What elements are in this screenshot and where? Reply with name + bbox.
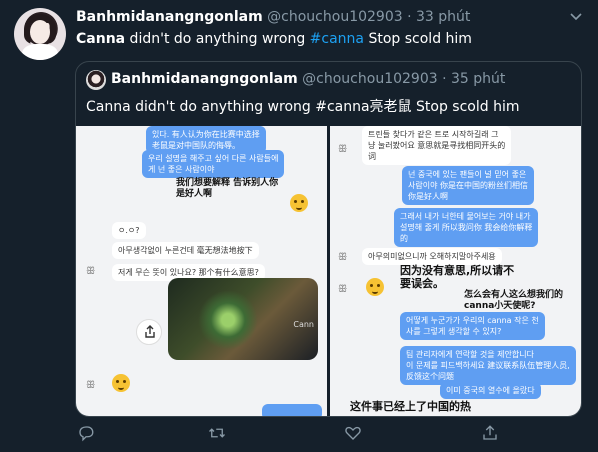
reply-icon[interactable]	[77, 424, 97, 444]
chat-avatar-icon: ꕥ	[86, 266, 96, 277]
quoted-header: Banhmidanangngonlam @chouchou102903 · 35…	[111, 71, 505, 87]
attached-images: 있다. 有人认为你在比赛中选择 老鼠是对中国队的侮辱。 우리 설명을 해주고 싶…	[76, 126, 581, 416]
chat-bubble: ㅇ.ㅇ?	[112, 222, 146, 239]
bubble-line: 이 문제를 피드백하세요 建议联系队伍管理人员,	[406, 361, 570, 370]
chat-bubble: 어떻게 누군가가 우리의 canna 작은 천 사를 그렇게 생각할 수 있지?	[400, 312, 545, 340]
bubble-line: 게 넌 좋은 사람이야	[148, 165, 215, 174]
emoji-icon	[112, 374, 130, 392]
chat-avatar-icon: ꕥ	[338, 144, 348, 155]
emoji-icon	[366, 278, 384, 296]
bubble-line: 우리 설명을 해주고 싶어 다른 사람들에	[148, 154, 279, 163]
chat-bubble: 우리 설명을 해주고 싶어 다른 사람들에 게 넌 좋은 사람이야	[142, 150, 285, 178]
bubble-line: 사를 그렇게 생각할 수 있지?	[406, 327, 502, 336]
timestamp[interactable]: 33 phút	[416, 9, 470, 25]
translation-line: canna小天使呢?	[464, 301, 536, 311]
quoted-handle: @chouchou102903	[302, 71, 438, 87]
translation-text: 怎么会有人这么想我们的 canna小天使呢?	[464, 290, 563, 312]
chat-bubble: 팀 관리자에게 연락할 것을 제안합니다 이 문제를 피드백하세요 建议联系队伍…	[400, 346, 576, 385]
tweet-text-bold: Canna	[76, 31, 126, 47]
bubble-line: 그래서 내가 너한테 물어보는 거야 내가	[400, 212, 531, 221]
game-image[interactable]: Cann	[168, 278, 318, 360]
chat-bubble: 아무의미없으니까 오해하지말아주세용	[362, 248, 502, 265]
chat-bubble: 넌 중국에 있는 팬들이 널 믿어 좋은 사람이야 你是在中国的粉丝们相信 你是…	[402, 166, 534, 205]
chat-avatar-icon: ꕥ	[86, 380, 96, 391]
bubble-line: 你是好人啊	[408, 192, 448, 201]
chat-avatar-icon: ꕥ	[338, 284, 348, 295]
bubble-line: 있다. 有人认为你在比赛中选择	[152, 130, 260, 139]
quoted-text: Canna didn't do anything wrong #canna亮老鼠…	[86, 99, 520, 115]
chevron-down-icon[interactable]	[568, 8, 584, 28]
tweet-text: Canna didn't do anything wrong #canna St…	[76, 31, 472, 47]
translation-line: 怎么会有人这么想我们的	[464, 290, 564, 300]
quoted-timestamp: 35 phút	[451, 71, 506, 87]
tweet-text-middle: didn't do anything wrong	[125, 31, 310, 47]
chat-bubble: 이미 중국의 열수에 올랐다	[440, 382, 541, 399]
quoted-avatar	[86, 70, 106, 90]
bubble-line: 팀 관리자에게 연락할 것을 제안합니다	[406, 350, 534, 359]
translation-text: 这件事已经上了中国的热	[350, 400, 471, 413]
user-handle[interactable]: @chouchou102903	[267, 9, 402, 25]
tweet-header: Banhmidanangngonlam @chouchou102903 · 33…	[76, 9, 470, 25]
retweet-icon[interactable]	[208, 424, 228, 444]
translation-line: 因为没有意思,所以请不	[400, 264, 515, 277]
chat-bubble: 그래서 내가 너한테 물어보는 거야 내가 설명해 줄게 所以我问你 我会给你解…	[394, 208, 539, 247]
translation-text: 我们想要解释 告诉别人你 是好人啊	[176, 178, 278, 200]
share-icon[interactable]	[481, 424, 501, 444]
bubble-line: 사람이야 你是在中国的粉丝们相信	[408, 181, 528, 190]
chat-avatar-icon: ꕥ	[338, 252, 348, 263]
quoted-display-name: Banhmidanangngonlam	[111, 71, 298, 87]
chat-screenshot-right[interactable]: 트린들 찾다가 같은 트로 시작하길래 그 냥 눌러봤어요 意思就是寻找相同开头…	[330, 126, 581, 416]
quoted-tweet[interactable]: Banhmidanangngonlam @chouchou102903 · 35…	[75, 61, 582, 417]
bubble-line: 넌 중국에 있는 팬들이 널 믿어 좋은	[408, 170, 527, 179]
quoted-separator: ·	[442, 71, 447, 87]
bubble-line: 词	[368, 152, 376, 161]
translation-text: 因为没有意思,所以请不 要误会。	[400, 264, 514, 290]
translation-line: 是好人啊	[176, 189, 213, 199]
separator: ·	[407, 9, 412, 25]
chat-screenshot-left[interactable]: 있다. 有人认为你在比赛中选择 老鼠是对中国队的侮辱。 우리 설명을 해주고 싶…	[76, 126, 327, 416]
bubble-line: 어떻게 누군가가 우리의 canna 작은 천	[406, 316, 539, 325]
hashtag-link[interactable]: #canna	[310, 31, 364, 47]
heart-icon[interactable]	[344, 424, 364, 444]
emoji-icon	[290, 194, 308, 212]
display-name[interactable]: Banhmidanangngonlam	[76, 9, 263, 25]
bubble-line: 反馈这个问题	[406, 372, 454, 381]
bubble-line: 설명해 줄게 所以我问你 我会给你解释	[400, 223, 533, 232]
image-label: Cann	[293, 320, 314, 329]
bubble-line: 냥 눌러봤어요 意思就是寻找相同开头的	[368, 141, 506, 150]
user-avatar[interactable]	[14, 8, 66, 60]
bubble-line: 的	[400, 234, 408, 243]
tweet[interactable]: Banhmidanangngonlam @chouchou102903 · 33…	[0, 0, 598, 452]
share-icon[interactable]	[136, 319, 162, 345]
bubble-line: 트린들 찾다가 같은 트로 시작하길래 그	[368, 130, 499, 139]
chat-bubble: 아무생각없이 누른건데 毫无想法地按下	[112, 242, 259, 259]
tweet-text-end: Stop scold him	[364, 31, 472, 47]
translation-line: 要误会。	[400, 277, 444, 290]
translation-line: 我们想要解释 告诉别人你	[176, 178, 279, 188]
chat-bubble: 트린들 찾다가 같은 트로 시작하길래 그 냥 눌러봤어요 意思就是寻找相同开头…	[362, 126, 512, 165]
chat-bubble	[262, 404, 322, 416]
